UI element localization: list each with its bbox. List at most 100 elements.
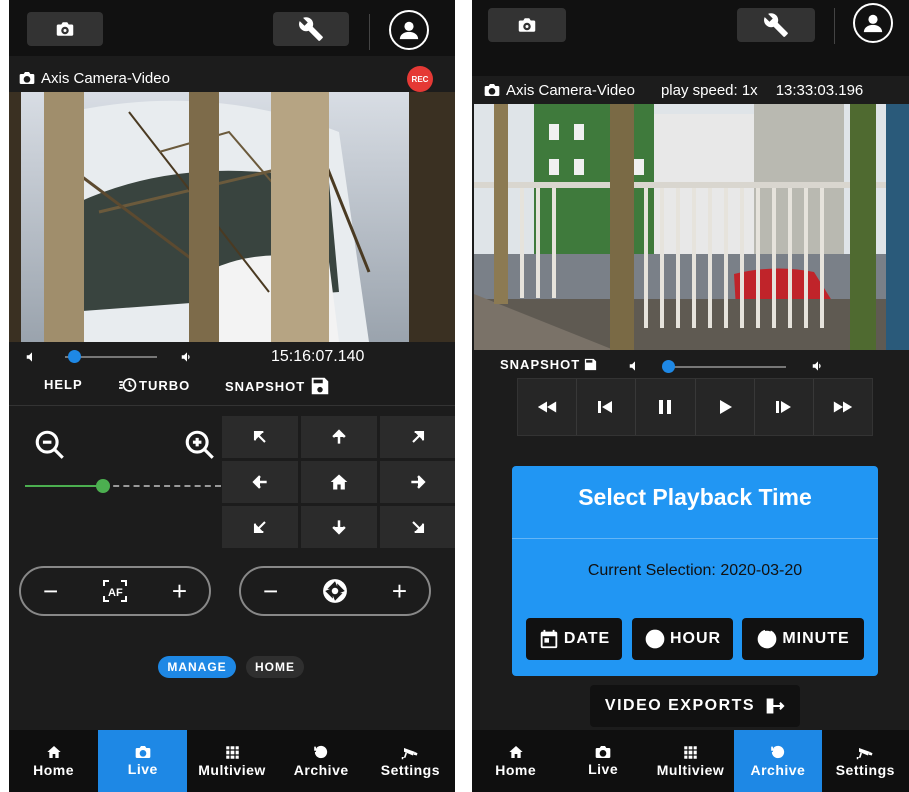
live-screen: Axis Camera-Video REC 15:16:07.140 HELP … <box>9 0 455 792</box>
camera-icon <box>518 18 536 32</box>
step-forward-icon <box>775 401 791 413</box>
zoom-slider-knob[interactable] <box>96 479 111 493</box>
autofocus-icon[interactable]: AF <box>102 579 128 603</box>
turbo-button[interactable]: TURBO <box>117 376 190 394</box>
bottom-nav: Home Live Multiview Archive Settings <box>472 730 909 792</box>
iris-plus-button[interactable]: + <box>392 576 407 607</box>
aperture-icon[interactable] <box>322 578 348 604</box>
user-avatar-button[interactable] <box>389 10 429 50</box>
ptz-right-button[interactable] <box>380 461 455 503</box>
play-button[interactable] <box>695 379 755 435</box>
pause-icon <box>659 400 672 414</box>
camera-icon <box>484 84 500 96</box>
current-selection: Current Selection: 2020-03-20 <box>587 562 803 579</box>
video-exports-button[interactable]: VIDEO EXPORTS <box>590 685 800 727</box>
clock-icon <box>645 629 665 649</box>
rewind-button[interactable] <box>518 379 578 435</box>
camera-button[interactable] <box>488 8 566 42</box>
nav-settings[interactable]: Settings <box>822 730 909 792</box>
iris-minus-button[interactable]: − <box>263 576 278 607</box>
camera-name: Axis Camera-Video <box>506 81 635 99</box>
hour-button[interactable]: HOUR <box>632 618 733 660</box>
nav-live[interactable]: Live <box>98 730 188 792</box>
zoom-slider[interactable] <box>25 479 221 493</box>
ptz-down-left-button[interactable] <box>222 506 298 548</box>
nav-settings-label: Settings <box>380 761 441 778</box>
nav-home[interactable]: Home <box>9 730 98 792</box>
archive-timestamp: 13:33:03.196 <box>775 81 864 99</box>
playback-title: Select Playback Time <box>578 484 812 510</box>
arrow-left-icon <box>252 475 267 489</box>
volume-slider-track[interactable] <box>668 366 786 368</box>
snapshot-label: SNAPSHOT <box>225 378 306 394</box>
nav-archive[interactable]: Archive <box>277 730 366 792</box>
volume-slider-knob[interactable] <box>662 360 675 373</box>
playback-time-card: Select Playback Time Current Selection: … <box>512 466 878 676</box>
settings-tools-button[interactable] <box>737 8 815 42</box>
minute-label: MINUTE <box>782 630 850 647</box>
camera-title-row: Axis Camera-Video play speed: 1x 13:33:0… <box>472 77 909 103</box>
video-frame <box>9 92 455 342</box>
camera-icon <box>56 22 74 36</box>
top-bar <box>9 0 455 56</box>
live-video-feed[interactable] <box>9 92 455 342</box>
nav-settings[interactable]: Settings <box>366 730 455 792</box>
minute-button[interactable]: MINUTE <box>742 618 864 660</box>
zoom-out-icon[interactable] <box>33 428 67 462</box>
nav-multiview[interactable]: Multiview <box>187 730 276 792</box>
divider <box>834 8 835 44</box>
date-button[interactable]: DATE <box>526 618 622 660</box>
rewind-icon <box>537 401 557 413</box>
ptz-up-right-button[interactable] <box>380 416 455 458</box>
step-forward-button[interactable] <box>754 379 814 435</box>
nav-archive-label: Archive <box>750 762 806 778</box>
snapshot-button[interactable]: SNAPSHOT <box>500 357 598 372</box>
bottom-nav: Home Live Multiview Archive Settings <box>9 730 455 792</box>
hour-label: HOUR <box>669 630 722 647</box>
ptz-up-left-button[interactable] <box>222 416 298 458</box>
nav-multiview[interactable]: Multiview <box>647 730 734 792</box>
fast-forward-button[interactable] <box>813 379 873 435</box>
help-button[interactable]: HELP <box>44 377 83 392</box>
divider <box>9 405 455 406</box>
arrow-up-right-icon <box>412 430 425 443</box>
user-icon <box>399 21 419 40</box>
manage-tab[interactable]: MANAGE <box>158 656 236 678</box>
focus-plus-button[interactable]: + <box>172 576 187 607</box>
snapshot-button[interactable]: SNAPSHOT <box>225 375 331 397</box>
zoom-slider-fill <box>25 485 104 487</box>
home-tab[interactable]: HOME <box>246 656 304 678</box>
ptz-down-right-button[interactable] <box>380 506 455 548</box>
user-avatar-button[interactable] <box>853 3 893 43</box>
rec-badge: REC <box>407 66 433 92</box>
zoom-in-icon[interactable] <box>183 428 217 462</box>
settings-tools-button[interactable] <box>273 12 349 46</box>
pause-button[interactable] <box>636 379 696 435</box>
live-timestamp: 15:16:07.140 <box>271 348 365 365</box>
timer-icon <box>757 629 777 649</box>
archive-video-feed[interactable] <box>474 104 909 350</box>
ptz-left-button[interactable] <box>222 461 298 503</box>
nav-archive[interactable]: Archive <box>734 730 822 792</box>
camera-name: Axis Camera-Video <box>41 69 170 87</box>
camera-button[interactable] <box>27 12 103 46</box>
export-icon <box>766 698 785 714</box>
step-back-button[interactable] <box>577 379 637 435</box>
zoom-slider-rest <box>103 485 221 487</box>
nav-live-label: Live <box>588 761 619 777</box>
focus-minus-button[interactable]: − <box>43 576 58 607</box>
ptz-home-button[interactable] <box>301 461 377 503</box>
play-speed: play speed: 1x <box>660 81 758 99</box>
save-icon <box>585 358 597 371</box>
video-frame <box>474 104 909 350</box>
volume-slider-knob[interactable] <box>68 350 82 363</box>
cctv-icon <box>857 747 873 759</box>
ptz-down-button[interactable] <box>301 506 377 548</box>
nav-settings-label: Settings <box>835 761 895 778</box>
nav-live[interactable]: Live <box>559 730 646 792</box>
audio-bar: 15:16:07.140 <box>9 343 455 371</box>
nav-multiview-label: Multiview <box>656 761 725 778</box>
date-label: DATE <box>563 630 611 647</box>
ptz-up-button[interactable] <box>301 416 377 458</box>
nav-home[interactable]: Home <box>472 730 559 792</box>
